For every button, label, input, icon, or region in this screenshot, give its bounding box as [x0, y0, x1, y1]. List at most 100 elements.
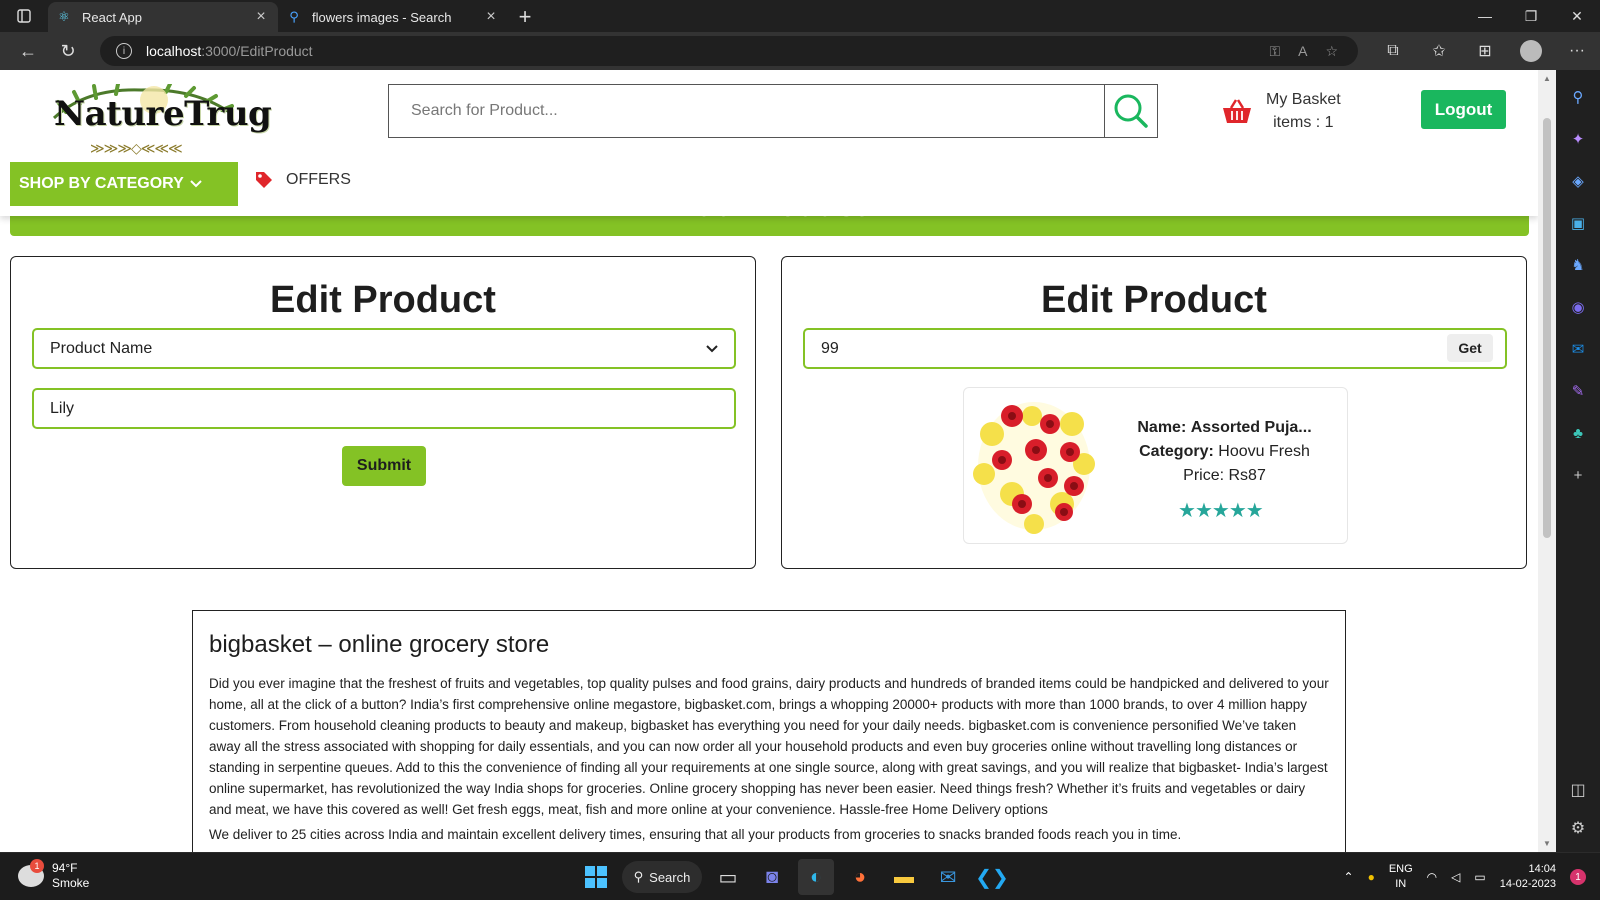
edit-product-form-card: Edit Product Product Name Lily Submit — [10, 256, 756, 569]
close-window-icon[interactable]: ✕ — [1554, 0, 1600, 32]
chevron-up-icon[interactable]: ⌃ — [1344, 870, 1354, 884]
edit-form-title: Edit Product — [270, 279, 496, 321]
product-search — [388, 84, 1158, 138]
taskbar-search[interactable]: ⚲ Search — [622, 861, 702, 893]
info-icon[interactable]: i — [116, 43, 132, 59]
basket-label: My Basket — [1266, 91, 1341, 108]
basket-icon — [1223, 99, 1251, 123]
address-bar[interactable]: i localhost:3000/EditProduct ⚿ A ☆ — [100, 36, 1358, 66]
new-tab-button[interactable]: + — [508, 2, 542, 32]
games-icon[interactable]: ♞ — [1563, 250, 1593, 280]
submit-button[interactable]: Submit — [342, 446, 426, 486]
tools-icon[interactable]: ▣ — [1563, 208, 1593, 238]
product-image — [973, 402, 1095, 534]
star-rating: ★★★★★ — [1178, 498, 1264, 523]
clock-time: 14:04 — [1528, 863, 1556, 875]
task-view-icon[interactable]: ▭ — [710, 859, 746, 895]
read-aloud-icon[interactable]: A — [1298, 43, 1307, 59]
shopping-tag-icon[interactable]: ◈ — [1563, 166, 1593, 196]
my-basket[interactable]: My Basket items : 1 — [1222, 88, 1341, 134]
restore-icon[interactable]: ❐ — [1508, 0, 1554, 32]
url-host: localhost — [146, 43, 202, 59]
office-icon[interactable]: ◉ — [1563, 292, 1593, 322]
search-icon[interactable]: ⚲ — [1563, 82, 1593, 112]
address-bar-actions: ⚿ A ☆ — [1269, 36, 1338, 66]
vscode-icon[interactable]: ❮❯ — [974, 859, 1010, 895]
star-icon: ★ — [1178, 500, 1196, 522]
copilot-icon[interactable]: ✦ — [1563, 124, 1593, 154]
get-button[interactable]: Get — [1447, 334, 1493, 362]
about-section: bigbasket – online grocery store Did you… — [192, 610, 1346, 852]
window-controls: — ❐ ✕ — [1462, 0, 1600, 32]
site-logo[interactable]: NatureTrug ≫≫≫◇≪≪≪ — [40, 74, 272, 158]
add-icon[interactable]: + — [1563, 460, 1593, 490]
basket-text: My Basket items : 1 — [1266, 88, 1341, 134]
product-card[interactable]: Name: Assorted Puja... Category: Hoovu F… — [963, 387, 1348, 544]
edge-sidebar: ⚲ ✦ ◈ ▣ ♞ ◉ ✉ ✎ ♣ + ◫ ⚙ — [1556, 70, 1600, 852]
tray-app-icon[interactable]: ● — [1368, 870, 1375, 884]
shop-by-category-label: SHOP BY CATEGORY — [19, 175, 184, 192]
weather-desc: Smoke — [52, 876, 90, 890]
about-paragraph: Did you ever imagine that the freshest o… — [209, 676, 1329, 817]
tab-react-app[interactable]: ⚛ React App × — [48, 2, 278, 32]
clock-date: 14-02-2023 — [1499, 878, 1556, 890]
lang-secondary: IN — [1395, 878, 1407, 890]
windows-start-icon[interactable] — [578, 859, 614, 895]
outlook-icon[interactable]: ✉ — [1563, 334, 1593, 364]
offers-link[interactable]: OFFERS — [254, 170, 351, 190]
designer-icon[interactable]: ✎ — [1563, 376, 1593, 406]
product-info: Name: Assorted Puja... Category: Hoovu F… — [1112, 416, 1337, 488]
extensions-icon[interactable]: ⧉ — [1370, 42, 1416, 60]
tab-actions-icon[interactable] — [0, 0, 48, 32]
collections-icon[interactable]: ⊞ — [1462, 41, 1508, 61]
field-value-input[interactable]: Lily — [32, 388, 736, 429]
favorites-icon[interactable]: ✩ — [1416, 41, 1462, 61]
tab-flowers-search[interactable]: ⚲ flowers images - Search × — [278, 2, 508, 32]
windows-taskbar: 1 94°F Smoke ⚲ Search ▭ ◙ ◐ ◕ ▬ ✉ ❮❯ ⌃ ●… — [0, 852, 1600, 900]
firefox-icon[interactable]: ◕ — [842, 859, 878, 895]
weather-icon: 1 — [18, 859, 44, 887]
close-icon[interactable]: × — [252, 8, 270, 26]
notification-badge[interactable]: 1 — [1570, 869, 1586, 885]
mail-icon[interactable]: ✉ — [930, 859, 966, 895]
url-path: :3000/EditProduct — [201, 43, 313, 59]
logout-button[interactable]: Logout — [1421, 90, 1506, 129]
favorite-add-icon[interactable]: ☆ — [1325, 43, 1338, 60]
sidebar-toggle-icon[interactable]: ◫ — [1570, 780, 1585, 800]
clock[interactable]: 14:04 14-02-2023 — [1500, 862, 1556, 892]
key-icon[interactable]: ⚿ — [1269, 43, 1280, 60]
volume-icon[interactable]: ◁ — [1451, 870, 1460, 884]
battery-icon[interactable]: ▭ — [1474, 870, 1485, 884]
close-icon[interactable]: × — [482, 8, 500, 26]
scrollbar-thumb[interactable] — [1543, 118, 1551, 538]
teams-icon[interactable]: ◙ — [754, 859, 790, 895]
star-icon: ★ — [1211, 500, 1230, 522]
minimize-icon[interactable]: — — [1462, 0, 1508, 32]
taskbar-apps: ⚲ Search ▭ ◙ ◐ ◕ ▬ ✉ ❮❯ — [578, 859, 1010, 895]
tab-label: flowers images - Search — [312, 9, 452, 25]
search-input[interactable] — [389, 85, 1104, 137]
logo-arrows: ≫≫≫◇≪≪≪ — [90, 140, 183, 156]
edge-icon[interactable]: ◐ — [798, 859, 834, 895]
price-value: Rs87 — [1228, 467, 1266, 484]
shop-by-category-button[interactable]: SHOP BY CATEGORY — [10, 162, 238, 206]
page-scrollbar[interactable]: ▲ ▼ — [1538, 70, 1556, 852]
language-indicator[interactable]: ENG IN — [1389, 862, 1413, 892]
chevron-down-icon — [190, 180, 202, 188]
tree-icon[interactable]: ♣ — [1563, 418, 1593, 448]
weather-widget[interactable]: 1 94°F Smoke — [18, 859, 90, 891]
back-arrow-icon[interactable]: ← — [8, 32, 48, 70]
file-explorer-icon[interactable]: ▬ — [886, 859, 922, 895]
product-id-input[interactable]: 99 Get — [803, 328, 1507, 369]
more-menu-icon[interactable]: ··· — [1554, 42, 1600, 60]
lookup-title: Edit Product — [1041, 279, 1267, 321]
refresh-icon[interactable]: ↻ — [48, 32, 88, 70]
field-value-text: Lily — [50, 399, 75, 417]
wifi-icon[interactable]: ◠ — [1427, 870, 1437, 884]
search-button[interactable] — [1104, 85, 1157, 137]
profile-avatar[interactable] — [1520, 40, 1542, 62]
settings-gear-icon[interactable]: ⚙ — [1571, 818, 1585, 838]
scroll-up-icon[interactable]: ▲ — [1538, 74, 1556, 83]
scroll-down-icon[interactable]: ▼ — [1538, 839, 1556, 848]
field-select[interactable]: Product Name — [32, 328, 736, 369]
